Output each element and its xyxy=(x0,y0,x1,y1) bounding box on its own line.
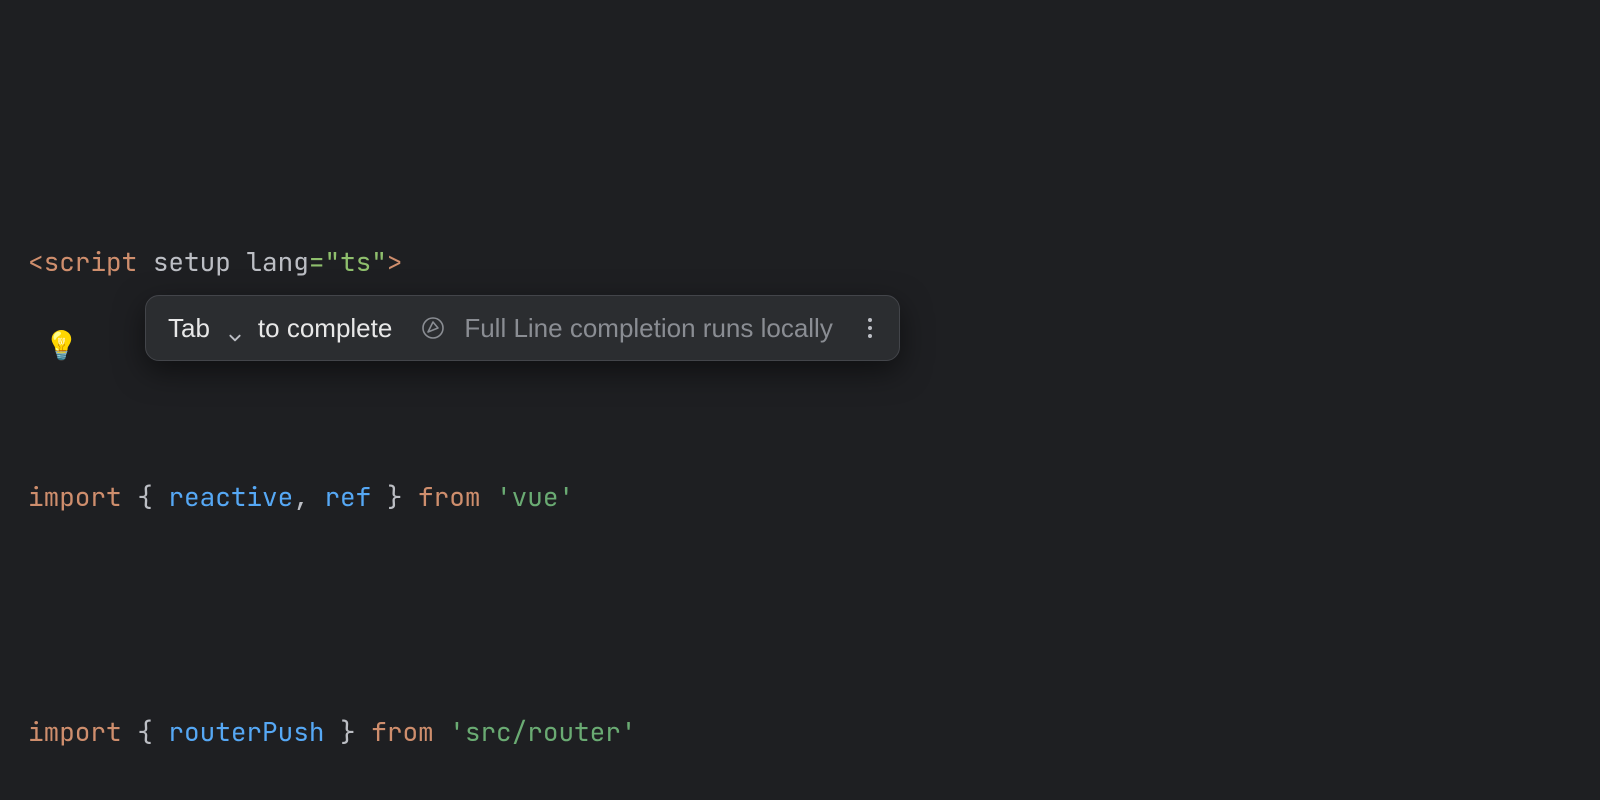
ident-ref: ref xyxy=(324,479,371,514)
chevron-down-icon[interactable] xyxy=(228,321,242,335)
code-line: import { routerPush } from 'src/router' xyxy=(28,708,1600,755)
lang-value: ts xyxy=(340,244,371,279)
code-editor[interactable]: <script setup lang="ts"> import { reacti… xyxy=(0,0,1600,800)
completion-popup[interactable]: Tab to complete Full Line completion run… xyxy=(145,295,900,361)
intention-bulb-icon[interactable]: 💡 xyxy=(44,327,79,364)
ident-reactive: reactive xyxy=(168,479,293,514)
attr-lang: lang xyxy=(246,244,308,279)
popup-to-complete: to complete xyxy=(258,313,392,344)
tag-open-angle: < xyxy=(28,244,44,279)
popup-tab-key[interactable]: Tab xyxy=(168,313,210,344)
tag-name: script xyxy=(44,244,138,279)
code-line: <script setup lang="ts"> xyxy=(28,238,1600,285)
code-line: import { reactive, ref } from 'vue' xyxy=(28,473,1600,520)
more-options-icon[interactable] xyxy=(861,315,879,341)
ai-completion-icon[interactable] xyxy=(420,315,446,341)
popup-full-line-text: Full Line completion runs locally xyxy=(464,313,833,344)
attr-setup: setup xyxy=(153,244,231,279)
ident-routerpush: routerPush xyxy=(168,714,324,749)
